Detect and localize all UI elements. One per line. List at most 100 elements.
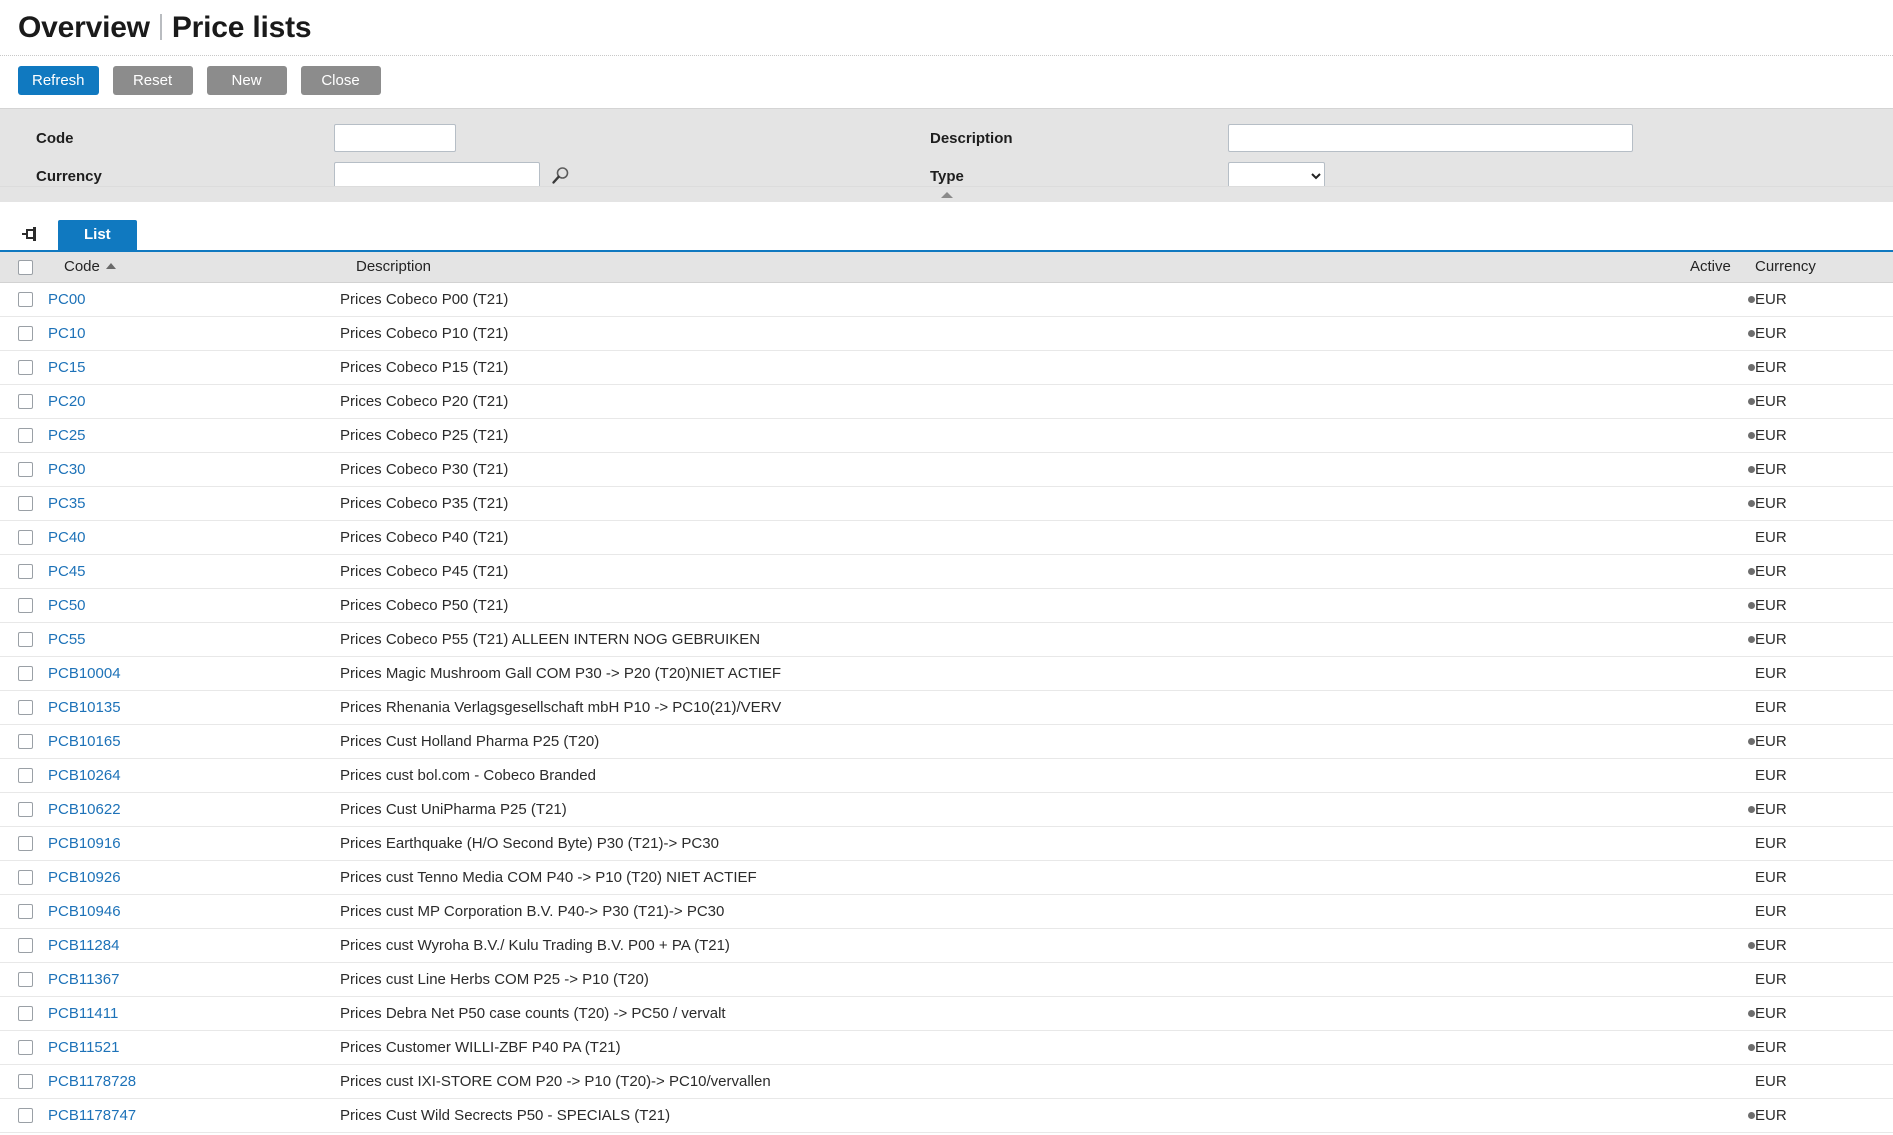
code-link[interactable]: PC50 — [48, 597, 86, 614]
row-checkbox[interactable] — [18, 870, 33, 886]
table-row[interactable]: PCB11521 Prices Customer WILLI-ZBF P40 PA… — [0, 1030, 1893, 1065]
search-icon[interactable] — [550, 166, 570, 186]
code-link[interactable]: PC35 — [48, 495, 86, 512]
code-link[interactable]: PCB11284 — [48, 937, 119, 954]
table-row[interactable]: PCB10135 Prices Rhenania Verlagsgesellsch… — [0, 690, 1893, 725]
column-header-currency[interactable]: Currency — [1755, 252, 1893, 283]
row-checkbox[interactable] — [18, 972, 33, 988]
table-row[interactable]: PCB10916 Prices Earthquake (H/O Second By… — [0, 826, 1893, 861]
cell-description: Prices cust IXI-STORE COM P20 -> P10 (T2… — [340, 1064, 1690, 1099]
close-button[interactable]: Close — [300, 66, 381, 95]
code-link[interactable]: PC15 — [48, 359, 86, 376]
table-row[interactable]: PCB10165 Prices Cust Holland Pharma P25 (… — [0, 724, 1893, 759]
cell-description: Prices Cobeco P50 (T21) — [340, 588, 1690, 623]
table-row[interactable]: PC55 Prices Cobeco P55 (T21) ALLEEN INTER… — [0, 622, 1893, 657]
row-checkbox[interactable] — [18, 496, 33, 512]
row-checkbox[interactable] — [18, 632, 33, 648]
table-row[interactable]: PCB11367 Prices cust Line Herbs COM P25 -… — [0, 962, 1893, 997]
code-link[interactable]: PCB11521 — [48, 1039, 119, 1056]
row-checkbox[interactable] — [18, 1040, 33, 1056]
reset-button[interactable]: Reset — [112, 66, 193, 95]
table-row[interactable]: PCB1178728 Prices cust IXI-STORE COM P20 … — [0, 1064, 1893, 1099]
table-row[interactable]: PCB10004 Prices Magic Mushroom Gall COM P… — [0, 656, 1893, 691]
row-select-cell — [0, 282, 48, 317]
row-select-cell — [0, 520, 48, 555]
code-link[interactable]: PCB10264 — [48, 767, 121, 784]
cell-description: Prices Cobeco P45 (T21) — [340, 554, 1690, 589]
code-link[interactable]: PCB10926 — [48, 869, 121, 886]
code-link[interactable]: PC40 — [48, 529, 86, 546]
code-link[interactable]: PCB11367 — [48, 971, 119, 988]
code-link[interactable]: PC55 — [48, 631, 86, 648]
row-checkbox[interactable] — [18, 836, 33, 852]
cell-currency: EUR — [1755, 622, 1893, 657]
row-checkbox[interactable] — [18, 1074, 33, 1090]
row-checkbox[interactable] — [18, 904, 33, 920]
table-row[interactable]: PCB10946 Prices cust MP Corporation B.V. … — [0, 894, 1893, 929]
table-row[interactable]: PC35 Prices Cobeco P35 (T21) EUR — [0, 486, 1893, 521]
filter-collapse-toggle[interactable] — [0, 186, 1893, 202]
table-row[interactable]: PC40 Prices Cobeco P40 (T21) EUR — [0, 520, 1893, 555]
code-link[interactable]: PC00 — [48, 291, 86, 308]
table-row[interactable]: PCB10264 Prices cust bol.com - Cobeco Bra… — [0, 758, 1893, 793]
cell-code: PCB10135 — [48, 690, 340, 725]
code-link[interactable]: PCB10135 — [48, 699, 121, 716]
code-input[interactable] — [334, 124, 456, 152]
row-checkbox[interactable] — [18, 802, 33, 818]
code-link[interactable]: PC25 — [48, 427, 86, 444]
row-checkbox[interactable] — [18, 598, 33, 614]
pin-icon[interactable] — [22, 223, 44, 245]
table-row[interactable]: PC00 Prices Cobeco P00 (T21) EUR — [0, 282, 1893, 317]
table-row[interactable]: PCB11411 Prices Debra Net P50 case counts… — [0, 996, 1893, 1031]
code-link[interactable]: PCB10916 — [48, 835, 121, 852]
code-link[interactable]: PCB10946 — [48, 903, 121, 920]
code-link[interactable]: PC30 — [48, 461, 86, 478]
description-input[interactable] — [1228, 124, 1633, 152]
table-row[interactable]: PC25 Prices Cobeco P25 (T21) EUR — [0, 418, 1893, 453]
code-link[interactable]: PC20 — [48, 393, 86, 410]
row-checkbox[interactable] — [18, 734, 33, 750]
select-all-checkbox[interactable] — [18, 259, 33, 275]
row-checkbox[interactable] — [18, 530, 33, 546]
row-checkbox[interactable] — [18, 326, 33, 342]
row-checkbox[interactable] — [18, 428, 33, 444]
code-link[interactable]: PCB11411 — [48, 1005, 118, 1022]
row-checkbox[interactable] — [18, 938, 33, 954]
cell-description: Prices Cobeco P10 (T21) — [340, 316, 1690, 351]
table-row[interactable]: PC20 Prices Cobeco P20 (T21) EUR — [0, 384, 1893, 419]
column-header-active[interactable]: Active — [1690, 252, 1755, 283]
table-row[interactable]: PC45 Prices Cobeco P45 (T21) EUR — [0, 554, 1893, 589]
code-link[interactable]: PCB1178728 — [48, 1073, 136, 1090]
refresh-button[interactable]: Refresh — [18, 66, 99, 95]
active-indicator-icon — [1748, 330, 1755, 338]
code-link[interactable]: PCB1178747 — [48, 1107, 136, 1124]
row-checkbox[interactable] — [18, 360, 33, 376]
code-link[interactable]: PCB10622 — [48, 801, 121, 818]
row-checkbox[interactable] — [18, 564, 33, 580]
row-checkbox[interactable] — [18, 666, 33, 682]
row-checkbox[interactable] — [18, 1108, 33, 1124]
row-checkbox[interactable] — [18, 1006, 33, 1022]
row-checkbox[interactable] — [18, 292, 33, 308]
table-row[interactable]: PCB10622 Prices Cust UniPharma P25 (T21) E… — [0, 792, 1893, 827]
table-row[interactable]: PC10 Prices Cobeco P10 (T21) EUR — [0, 316, 1893, 351]
tab-list[interactable]: List — [58, 220, 137, 250]
code-link[interactable]: PC45 — [48, 563, 86, 580]
row-checkbox[interactable] — [18, 394, 33, 410]
row-checkbox[interactable] — [18, 768, 33, 784]
table-row[interactable]: PC30 Prices Cobeco P30 (T21) EUR — [0, 452, 1893, 487]
table-row[interactable]: PC50 Prices Cobeco P50 (T21) EUR — [0, 588, 1893, 623]
code-link[interactable]: PC10 — [48, 325, 86, 342]
table-row[interactable]: PCB10926 Prices cust Tenno Media COM P40 … — [0, 860, 1893, 895]
row-checkbox[interactable] — [18, 462, 33, 478]
column-header-description[interactable]: Description — [340, 252, 1690, 283]
table-row[interactable]: PCB1178747 Prices Cust Wild Secrects P50 … — [0, 1098, 1893, 1133]
column-header-code[interactable]: Code — [48, 252, 340, 283]
cell-code: PCB11411 — [48, 996, 340, 1031]
table-row[interactable]: PCB11284 Prices cust Wyroha B.V./ Kulu Tr… — [0, 928, 1893, 963]
code-link[interactable]: PCB10004 — [48, 665, 121, 682]
row-checkbox[interactable] — [18, 700, 33, 716]
code-link[interactable]: PCB10165 — [48, 733, 121, 750]
table-row[interactable]: PC15 Prices Cobeco P15 (T21) EUR — [0, 350, 1893, 385]
new-button[interactable]: New — [206, 66, 287, 95]
